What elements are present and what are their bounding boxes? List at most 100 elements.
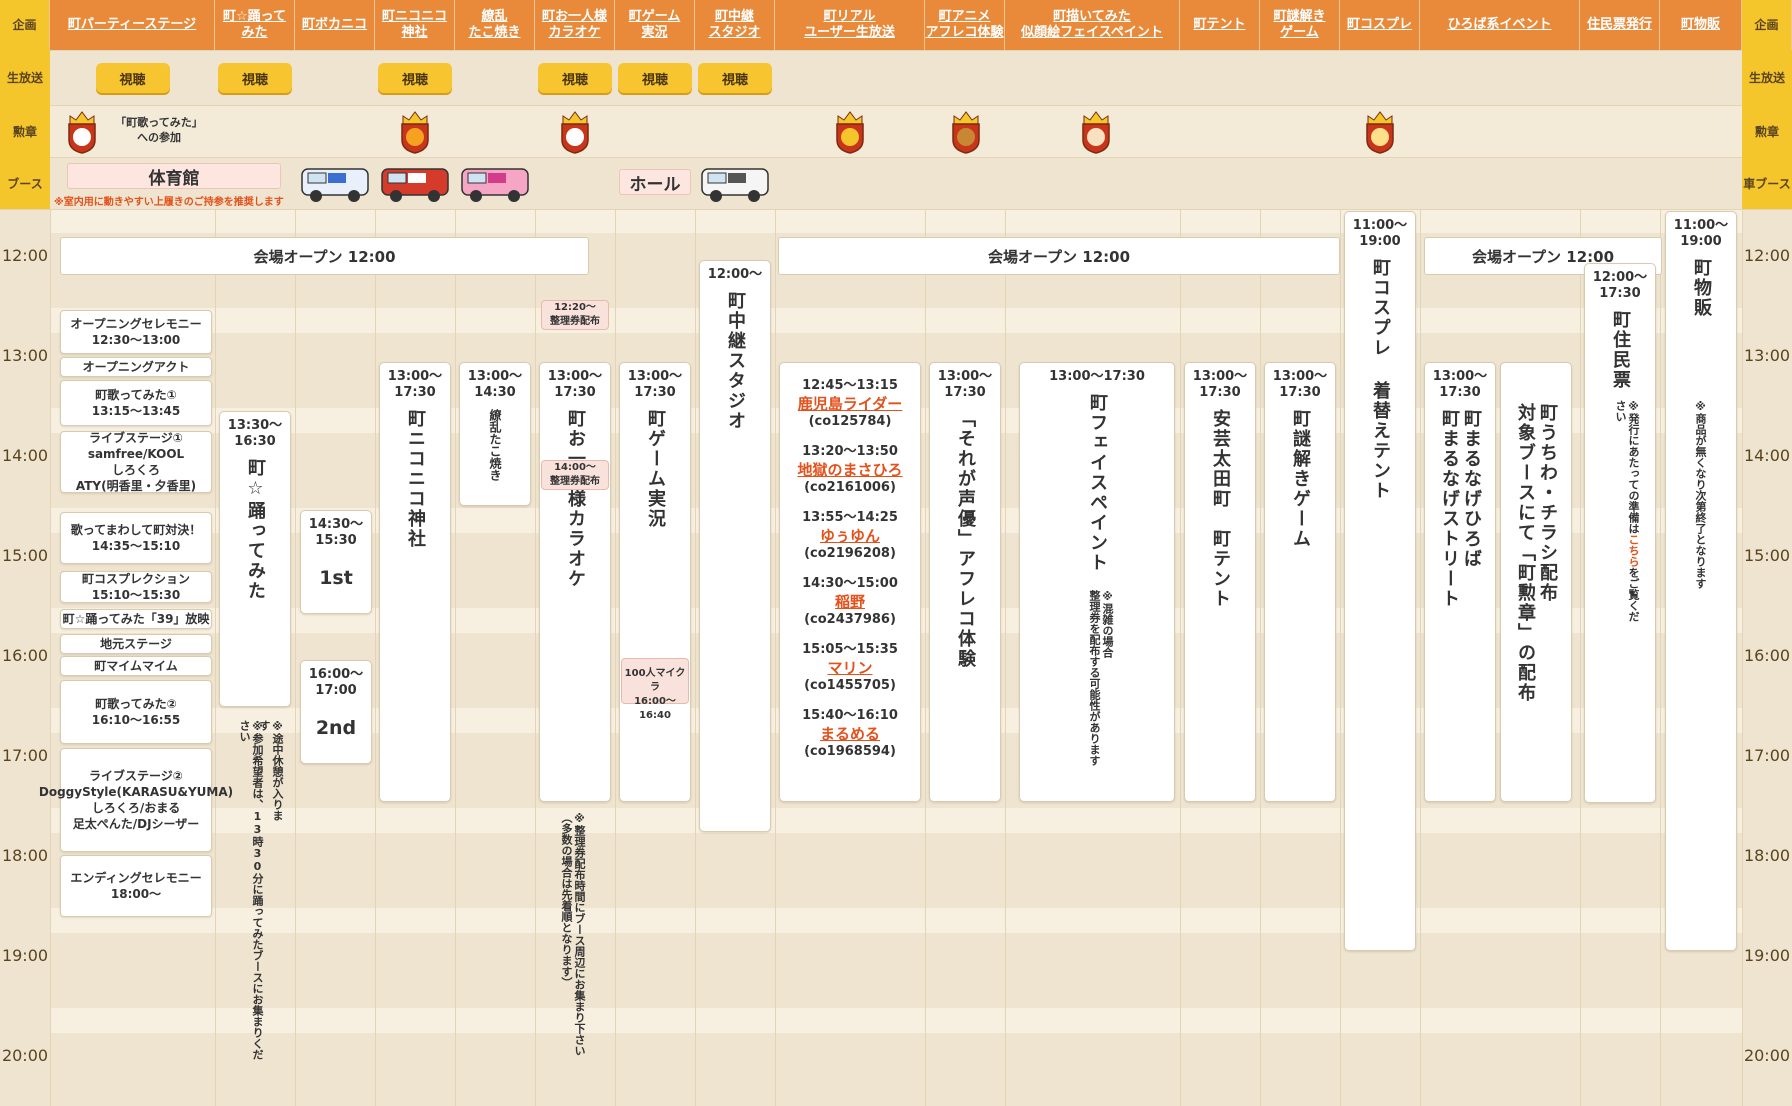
card-time: 13:00〜17:30 [1049, 369, 1145, 384]
kunsho-badge-cosplay [1362, 110, 1398, 154]
open-bar-mid: 会場オープン 12:00 [778, 237, 1340, 275]
live-co: (co2196208) [804, 546, 896, 561]
card-title: 町中継スタジオ [725, 291, 746, 431]
live-user-link[interactable]: マリン [780, 659, 920, 677]
card-time: 12:00〜 [707, 267, 763, 282]
live-user-link[interactable]: ゆぅゆん [780, 527, 920, 545]
live-co: (co1968594) [804, 744, 896, 759]
live-time: 12:45〜13:15 [802, 378, 898, 393]
note-jumin-link[interactable]: こちら [1627, 534, 1640, 567]
card-time: 13:00〜 17:30 [937, 369, 993, 400]
timeline-top [0, 209, 1792, 210]
kunsho-badge-party [64, 110, 100, 154]
live-user-link[interactable]: 稲野 [780, 593, 920, 611]
time-band [50, 908, 1742, 933]
time-label-left: 18:00 [1, 846, 49, 865]
header-kikaku-left: 企画 [0, 0, 50, 50]
column-header-afureco[interactable]: 町アニメ アフレコ体験 [925, 0, 1005, 50]
time-label-right: 14:00 [1743, 446, 1791, 465]
kunsho-badge-jinja [397, 110, 433, 154]
live-user-link[interactable]: 地獄のまさひろ [780, 461, 920, 479]
watch-button-party[interactable]: 視聴 [95, 63, 170, 93]
live-user-link[interactable]: 鹿児島ライダー [780, 395, 920, 413]
card-hiroba-2[interactable]: 町うちわ・チラシ配布 対象ブースにて「町勲章」の配布 [1500, 362, 1572, 802]
card-odotte[interactable]: 13:30〜 16:30 町☆踊ってみた [219, 411, 291, 707]
card-karaoke[interactable]: 13:00〜 17:30 町お一人様カラオケ [539, 362, 611, 802]
card-nazo[interactable]: 13:00〜 17:30 町謎解きゲーム [1264, 362, 1336, 802]
card-vocaloid-2nd[interactable]: 16:00〜 17:00 2nd [300, 660, 372, 764]
karaoke-ticket-2: 14:00〜 整理券配布 [541, 460, 609, 490]
card-time: 13:30〜 16:30 [227, 418, 283, 449]
watch-button-chukei[interactable]: 視聴 [698, 63, 772, 93]
column-header-hiroba[interactable]: ひろば系イベント [1420, 0, 1580, 50]
party-item[interactable]: オープニングアクト [60, 357, 212, 377]
watch-button-game[interactable]: 視聴 [618, 63, 692, 93]
card-chukei[interactable]: 12:00〜町中継スタジオ [699, 260, 771, 832]
kunsho-badge-facepaint [1078, 110, 1114, 154]
card-game[interactable]: 13:00〜 17:30 町ゲーム実況 [619, 362, 691, 802]
party-item[interactable]: 歌ってまわして町対決！ 14:35〜15:10 [60, 512, 212, 564]
row-label-right-namahoso: 生放送 [1742, 50, 1792, 105]
card-hiroba-1[interactable]: 13:00〜 17:30 町まるなげひろば 町まるなげストリート [1424, 362, 1496, 802]
card-cosplay[interactable]: 11:00〜 19:00 町コスプレ 着替えテント [1344, 211, 1416, 951]
live-slot: 14:30〜15:00 稲野 (co2437986) [780, 575, 920, 629]
watch-button-jinja[interactable]: 視聴 [378, 63, 452, 93]
party-item[interactable]: 町歌ってみた① 13:15〜13:45 [60, 380, 212, 426]
watch-button-odotte[interactable]: 視聴 [218, 63, 292, 93]
party-item[interactable]: エンディングセレモニー 18:00〜 [60, 855, 212, 917]
column-header-tent[interactable]: 町テント [1180, 0, 1260, 50]
card-takoyaki[interactable]: 13:00〜 14:30 繚乱たこ焼き [459, 362, 531, 506]
card-time: 13:00〜 17:30 [1432, 369, 1488, 400]
row-label-booth: ブース [0, 157, 50, 209]
column-header-vocaloid[interactable]: 町ボカニコ [295, 0, 375, 50]
column-header-party[interactable]: 町パーティーステージ [50, 0, 215, 50]
card-afureco[interactable]: 13:00〜 17:30 「それが声優」アフレコ体験 [929, 362, 1001, 802]
column-header-cosplay[interactable]: 町コスプレ [1340, 0, 1420, 50]
party-item[interactable]: 地元ステージ [60, 634, 212, 654]
column-header-nazo[interactable]: 町謎解き ゲーム [1260, 0, 1340, 50]
card-title: 「それが声優」アフレコ体験 [955, 409, 976, 669]
column-header-real[interactable]: 町リアル ユーザー生放送 [775, 0, 925, 50]
watch-button-karaoke[interactable]: 視聴 [538, 63, 612, 93]
header-kikaku-right: 企画 [1742, 0, 1792, 50]
column-header-karaoke[interactable]: 町お一人様 カラオケ [535, 0, 615, 50]
party-item[interactable]: 町歌ってみた② 16:10〜16:55 [60, 680, 212, 744]
time-label-right: 17:00 [1743, 746, 1791, 765]
column-header-jinja[interactable]: 町ニコニコ 神社 [375, 0, 455, 50]
column-header-odotte[interactable]: 町☆踊って みた [215, 0, 295, 50]
kunsho-text: 「町歌ってみた」 への参加 [115, 116, 203, 144]
karaoke-ticket-1: 12:20〜 整理券配布 [541, 300, 609, 330]
column-header-facepaint[interactable]: 町描いてみた 似顔絵フェイスペイント [1005, 0, 1180, 50]
live-time: 15:05〜15:35 [802, 642, 898, 657]
party-item[interactable]: オープニングセレモニー 12:30〜13:00 [60, 310, 212, 354]
party-item[interactable]: 町マイムマイム [60, 656, 212, 676]
time-label-left: 12:00 [1, 246, 49, 265]
note-facepaint: ※混雑の場合 整理券を配布する可能性があります [1088, 590, 1114, 766]
party-item[interactable]: 町コスプレクション 15:10〜15:30 [60, 571, 212, 603]
column-header-jumin[interactable]: 住民票発行 [1580, 0, 1660, 50]
live-user-link[interactable]: まるめる [780, 725, 920, 743]
party-item[interactable]: 町☆踊ってみた「39」放映 [60, 609, 212, 629]
column-header-game[interactable]: 町ゲーム 実況 [615, 0, 695, 50]
live-co: (co2437986) [804, 612, 896, 627]
card-tent[interactable]: 13:00〜 17:30 安芸太田町 町テント [1184, 362, 1256, 802]
card-title: 安芸太田町 町テント [1210, 409, 1231, 609]
live-slot: 13:55〜14:25 ゆぅゆん (co2196208) [780, 509, 920, 563]
party-item[interactable]: ライブステージ① samfree/KOOL しろくろ ATY(明香里・夕香里) [60, 431, 212, 493]
card-title: 1st [319, 567, 353, 589]
party-item[interactable]: ライブステージ② DoggyStyle(KARASU&YUMA) しろくろ/おま… [39, 748, 233, 852]
card-time: 13:00〜 17:30 [1192, 369, 1248, 400]
card-title: 町謎解きゲーム [1290, 409, 1311, 549]
card-jinja[interactable]: 13:00〜 17:30 町ニコニコ神社 [379, 362, 451, 802]
time-label-right: 18:00 [1743, 846, 1791, 865]
time-label-right: 16:00 [1743, 646, 1791, 665]
column-header-buppan[interactable]: 町物販 [1660, 0, 1742, 50]
kunsho-badge-karaoke [557, 110, 593, 154]
card-vocaloid-1st[interactable]: 14:30〜 15:30 1st [300, 510, 372, 614]
card-real-users[interactable]: 12:45〜13:15 鹿児島ライダー (co125784) 13:20〜13:50 地… [779, 362, 921, 802]
column-header-chukei[interactable]: 町中継 スタジオ [695, 0, 775, 50]
time-label-left: 20:00 [1, 1046, 49, 1065]
time-label-left: 19:00 [1, 946, 49, 965]
card-title: 2nd [315, 717, 357, 739]
column-header-takoyaki[interactable]: 繚乱 たこ焼き [455, 0, 535, 50]
